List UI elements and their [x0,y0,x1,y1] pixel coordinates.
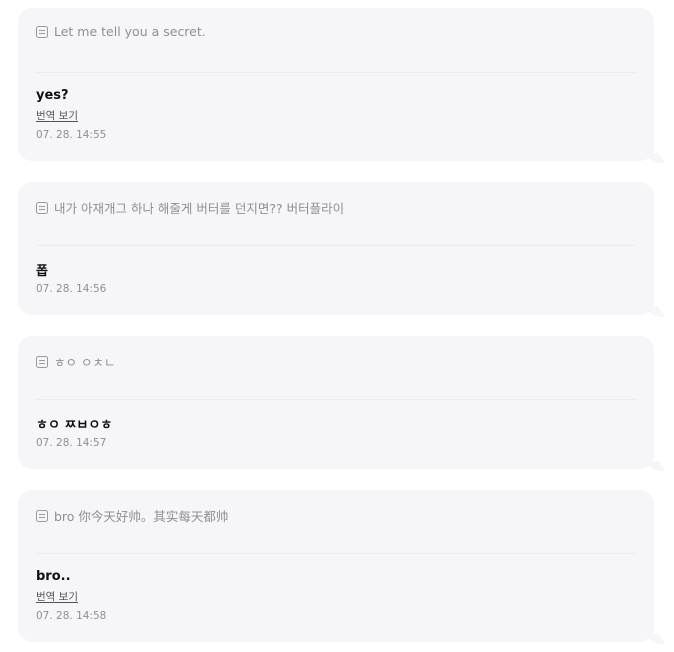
message-card: 내가 아재개그 하나 해줄게 버터를 던지면?? 버터플라이 폽 07. 28.… [18,182,654,315]
translate-link[interactable]: 번역 보기 [36,589,78,604]
question-row: ㅎㅇ ㅇㅊㄴ [36,352,115,371]
question-text: ㅎㅇ ㅇㅊㄴ [54,355,116,370]
divider [36,72,636,73]
question-row: Let me tell you a secret. [36,24,206,39]
question-row: bro 你今天好帅。其实每天都帅 [36,506,228,525]
answer-text: 폽 [36,264,48,279]
divider [36,553,636,554]
answer-text: bro.. [36,569,71,584]
message-feed: Let me tell you a secret. yes? 번역 보기 07.… [0,0,674,652]
message-card: Let me tell you a secret. yes? 번역 보기 07.… [18,8,654,161]
divider [36,245,636,246]
question-text: Let me tell you a secret. [54,24,206,39]
translate-link[interactable]: 번역 보기 [36,108,78,123]
timestamp: 07. 28. 14:58 [36,610,107,622]
note-icon [36,201,48,214]
timestamp: 07. 28. 14:55 [36,129,107,141]
answer-text: yes? [36,88,69,103]
timestamp: 07. 28. 14:56 [36,283,107,295]
answer-text: ㅎㅇ ㅉㅂㅇㅎ [36,418,113,433]
note-icon [36,509,48,522]
divider [36,399,636,400]
note-icon [36,25,48,38]
message-card: ㅎㅇ ㅇㅊㄴ ㅎㅇ ㅉㅂㅇㅎ 07. 28. 14:57 [18,336,654,469]
message-card: bro 你今天好帅。其实每天都帅 bro.. 번역 보기 07. 28. 14:… [18,490,654,642]
question-row: 내가 아재개그 하나 해줄게 버터를 던지면?? 버터플라이 [36,198,344,217]
timestamp: 07. 28. 14:57 [36,437,107,449]
question-text: bro 你今天好帅。其实每天都帅 [54,509,229,524]
question-text: 내가 아재개그 하나 해줄게 버터를 던지면?? 버터플라이 [54,201,345,216]
note-icon [36,355,48,368]
